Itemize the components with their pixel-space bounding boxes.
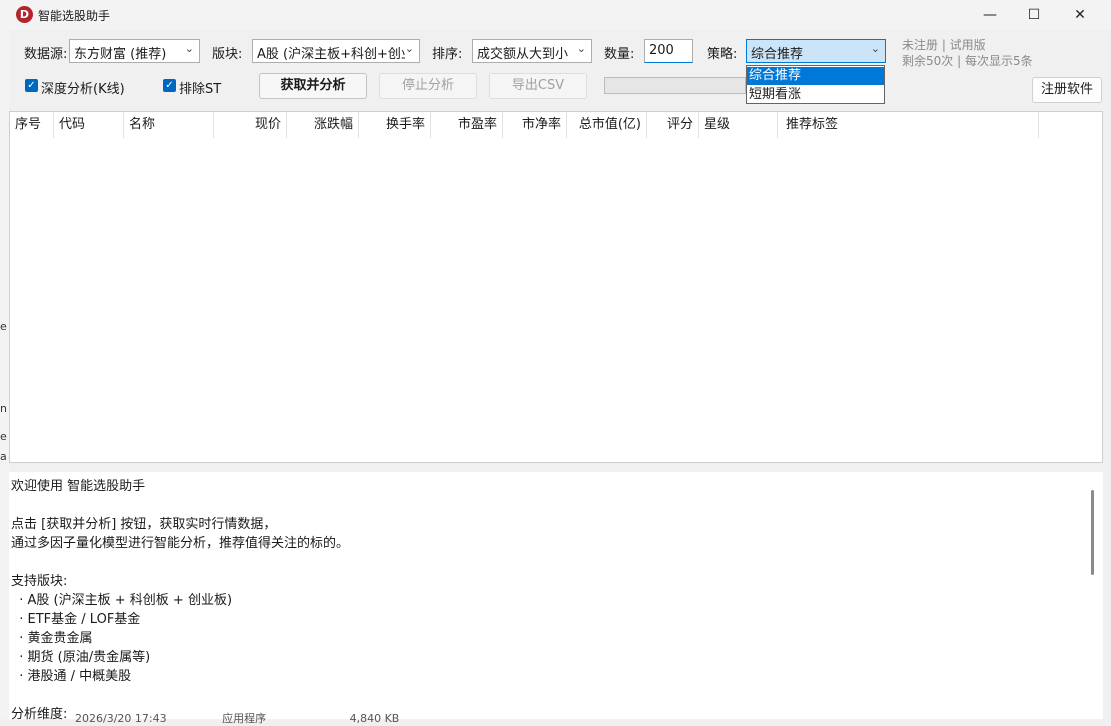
sort-select[interactable]: 成交额从大到小 ⌄ <box>472 39 592 63</box>
board-select-value: A股 (沪深主板+科创+创业 <box>257 47 405 62</box>
desktop-background-strip <box>0 0 9 719</box>
stop-analysis-button[interactable]: 停止分析 <box>379 73 477 99</box>
title-bar <box>9 0 1111 30</box>
register-button[interactable]: 注册软件 <box>1032 77 1102 103</box>
strategy-label: 策略: <box>707 47 738 62</box>
log-line: · 黄金贵金属 <box>11 631 93 646</box>
close-button[interactable]: ✕ <box>1057 0 1103 30</box>
strategy-select[interactable]: 综合推荐 ⌄ <box>746 39 886 63</box>
column-header[interactable]: 总市值(亿) <box>567 112 647 138</box>
log-panel: 欢迎使用 智能选股助手 点击 [获取并分析] 按钮，获取实时行情数据， 通过多因… <box>9 472 1103 722</box>
log-line: · A股 (沪深主板 + 科创板 + 创业板) <box>11 593 233 608</box>
log-line: 支持版块: <box>11 574 68 589</box>
count-input[interactable]: 200 <box>644 39 693 63</box>
app-logo: D <box>16 6 33 23</box>
column-header[interactable]: 名称 <box>124 112 214 138</box>
log-line: 欢迎使用 智能选股助手 <box>11 479 146 494</box>
exclude-st-checkbox[interactable]: ✓ <box>163 79 176 92</box>
registration-quota: 剩余50次 | 每次显示5条 <box>902 54 1033 68</box>
column-header[interactable]: 序号 <box>10 112 54 138</box>
sort-select-value: 成交额从大到小 <box>477 47 569 62</box>
column-header[interactable]: 市净率 <box>503 112 567 138</box>
desktop-fragment: a <box>0 450 7 463</box>
exclude-st-label[interactable]: 排除ST <box>179 78 221 97</box>
minimize-button[interactable]: — <box>967 0 1013 30</box>
column-header[interactable]: 涨跌幅 <box>287 112 359 138</box>
column-header[interactable]: 推荐标签 <box>778 112 1039 138</box>
scrollbar-thumb[interactable] <box>1091 490 1094 575</box>
column-header[interactable]: 换手率 <box>359 112 431 138</box>
source-select[interactable]: 东方财富 (推荐) ⌄ <box>69 39 200 63</box>
chevron-down-icon: ⌄ <box>576 42 586 55</box>
board-label: 版块: <box>212 47 243 62</box>
chevron-down-icon: ⌄ <box>404 42 414 55</box>
count-label: 数量: <box>604 47 635 62</box>
fetch-analyze-button[interactable]: 获取并分析 <box>259 73 367 99</box>
log-line: 通过多因子量化模型进行智能分析，推荐值得关注的标的。 <box>11 536 350 551</box>
chevron-down-icon: ⌄ <box>184 42 194 55</box>
column-header[interactable]: 评分 <box>647 112 699 138</box>
background-file-row: 2026/3/20 17:43 应用程序 4,840 KB <box>75 710 399 726</box>
sort-label: 排序: <box>432 47 463 62</box>
registration-status: 未注册 | 试用版 <box>902 38 986 52</box>
column-header[interactable]: 现价 <box>214 112 287 138</box>
export-csv-button[interactable]: 导出CSV <box>489 73 587 99</box>
deep-analysis-label[interactable]: 深度分析(K线) <box>41 78 125 97</box>
log-line: · 期货 (原油/贵金属等) <box>11 650 151 665</box>
log-line: · 港股通 / 中概美股 <box>11 669 132 684</box>
strategy-option[interactable]: 短期看涨 <box>747 86 884 104</box>
source-label: 数据源: <box>24 47 68 62</box>
strategy-select-value: 综合推荐 <box>751 47 804 62</box>
log-line: 分析维度: <box>11 707 68 722</box>
deep-analysis-checkbox[interactable]: ✓ <box>25 79 38 92</box>
column-header[interactable]: 市盈率 <box>431 112 503 138</box>
column-header[interactable]: 代码 <box>54 112 124 138</box>
strategy-dropdown-list: 综合推荐 短期看涨 <box>746 65 885 104</box>
log-line: · ETF基金 / LOF基金 <box>11 612 141 627</box>
log-scrollbar[interactable] <box>1085 472 1102 719</box>
desktop-fragment: e <box>0 430 7 443</box>
log-line: 点击 [获取并分析] 按钮，获取实时行情数据， <box>11 517 277 532</box>
maximize-button[interactable]: ☐ <box>1011 0 1057 30</box>
column-header[interactable]: 星级 <box>699 112 778 138</box>
results-table: 序号 代码 名称 现价 涨跌幅 换手率 市盈率 市净率 总市值(亿) 评分 星级… <box>9 111 1103 463</box>
progress-bar <box>604 77 746 94</box>
board-select[interactable]: A股 (沪深主板+科创+创业 ⌄ <box>252 39 420 63</box>
source-select-value: 东方财富 (推荐) <box>74 47 167 62</box>
chevron-down-icon: ⌄ <box>870 42 880 55</box>
desktop-fragment: n <box>0 402 7 415</box>
desktop-fragment: e <box>0 320 7 333</box>
strategy-option[interactable]: 综合推荐 <box>747 67 884 85</box>
window-title: 智能选股助手 <box>38 9 111 23</box>
